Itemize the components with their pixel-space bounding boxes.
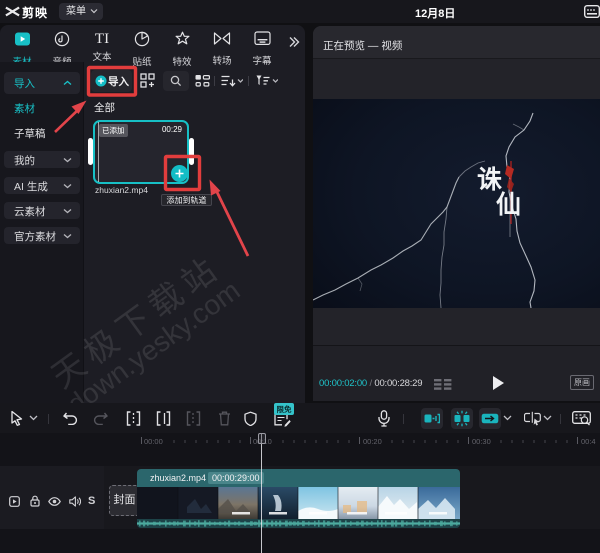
svg-text:00:00: 00:00 (144, 437, 163, 446)
svg-text:00:30: 00:30 (472, 437, 491, 446)
svg-text:00:4: 00:4 (581, 437, 596, 446)
svg-text:仙: 仙 (496, 191, 521, 219)
svg-text:00:20: 00:20 (363, 437, 382, 446)
svg-text:诛: 诛 (477, 166, 502, 194)
